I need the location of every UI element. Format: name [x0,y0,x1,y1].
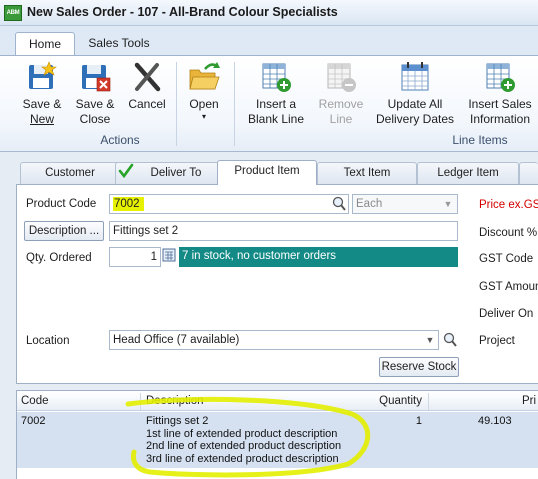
ribbon-separator [234,62,235,146]
calendar-icon [401,62,429,91]
save-new-icon [29,61,57,89]
product-item-panel [16,184,538,384]
update-delivery-dates-label-2: Delivery Dates [375,112,455,126]
insert-sales-info-icon [486,63,515,92]
ribbon-tab-home[interactable]: Home [15,32,75,56]
insert-blank-line-label-1: Insert a [255,97,297,111]
row-code: 7002 [21,415,46,427]
project-label: Project [479,335,515,347]
product-code-value: 7002 [113,197,144,211]
column-header-quantity[interactable]: Quantity [356,392,422,412]
insert-sales-information-button[interactable]: Insert Sales Information [466,60,534,127]
open-folder-icon [189,62,220,90]
column-divider [140,393,141,410]
description-value: Fittings set 2 [113,225,179,237]
insert-sales-info-label-2: Information [469,112,531,126]
tab-ledger-item[interactable]: Ledger Item [417,162,519,184]
open-label: Open [189,97,219,111]
cancel-x-icon [134,62,161,92]
column-header-description[interactable]: Description [146,392,204,412]
save-new-label-2: New [29,112,54,126]
grid-header [17,392,538,411]
price-ex-gst-label: Price ex.GST [479,199,538,211]
save-close-icon [82,65,111,92]
cancel-button[interactable]: Cancel [125,60,169,112]
insert-sales-info-label-1: Insert Sales [468,97,532,111]
insert-blank-line-label-2: Blank Line [247,112,305,126]
chevron-down-icon[interactable]: ▼ [441,196,455,212]
description-button[interactable]: Description ... [24,221,104,241]
insert-blank-line-button[interactable]: Insert a Blank Line [244,60,308,127]
tab-customer[interactable]: Customer [20,162,120,184]
ribbon-tab-sales-tools[interactable]: Sales Tools [80,32,158,56]
ribbon-group-line-items-label: Line Items [452,133,508,147]
search-icon[interactable] [330,195,348,213]
update-delivery-dates-button[interactable]: Update All Delivery Dates [374,60,456,127]
tab-product-item[interactable]: Product Item [217,160,317,185]
cancel-label: Cancel [128,97,166,111]
row-description-line: 2nd line of extended product description [146,440,342,452]
description-input[interactable]: Fittings set 2 [109,221,458,241]
save-close-label-1: Save & [75,97,115,111]
remove-line-label-1: Remove [318,97,364,111]
column-header-price[interactable]: Pri [490,392,536,412]
qty-value: 1 [150,251,157,263]
deliver-to-label: Deliver To [150,167,202,179]
open-dropdown-button[interactable]: Open ▾ [182,60,226,122]
chevron-down-icon[interactable]: ▼ [423,332,437,348]
save-close-label-2: Close [79,112,111,126]
row-price: 49.103 [478,415,512,427]
update-delivery-dates-label-1: Update All [387,97,443,111]
remove-line-label-2: Line [329,112,353,126]
calculator-icon[interactable] [162,248,176,262]
app-logo-icon: ABM [4,5,22,21]
insert-line-icon [262,63,291,92]
location-value: Head Office (7 available) [113,334,240,346]
ribbon-group-actions-label: Actions [100,133,140,147]
tab-overflow[interactable] [519,162,538,184]
column-header-code[interactable]: Code [21,392,49,412]
gst-amount-label: GST Amount [479,281,538,293]
reserve-stock-button[interactable]: Reserve Stock [379,357,459,377]
save-new-button[interactable]: Save & New [20,60,64,127]
stock-status-badge: 7 in stock, no customer orders [179,247,458,267]
row-description: Fittings set 2 1st line of extended prod… [146,415,341,465]
tab-text-item[interactable]: Text Item [317,162,417,184]
qty-ordered-input[interactable]: 1 [109,247,161,267]
qty-ordered-label: Qty. Ordered [26,252,92,264]
remove-line-icon [327,63,356,92]
window-title: New Sales Order - 107 - All-Brand Colour… [27,5,338,19]
chevron-down-icon: ▾ [201,112,206,121]
row-quantity: 1 [415,415,422,427]
row-description-line: Fittings set 2 [146,415,209,427]
save-new-label-1: Save & [22,97,62,111]
checkmark-icon [118,163,134,179]
unit-value: Each [356,198,383,210]
gst-code-label: GST Code [479,253,534,265]
location-select[interactable]: Head Office (7 available) [109,330,439,350]
product-code-input[interactable]: 7002 [109,194,349,214]
deliver-on-label: Deliver On [479,308,534,320]
search-icon[interactable] [441,331,459,349]
save-close-button[interactable]: Save & Close [73,60,117,127]
row-description-line: 1st line of extended product description [146,427,338,440]
location-label: Location [26,335,70,347]
product-code-label: Product Code [26,198,97,210]
row-description-line: 3rd line of extended product description [146,452,339,465]
discount-label: Discount % [479,227,538,239]
column-divider [428,393,429,410]
remove-line-button[interactable]: Remove Line [314,60,368,127]
